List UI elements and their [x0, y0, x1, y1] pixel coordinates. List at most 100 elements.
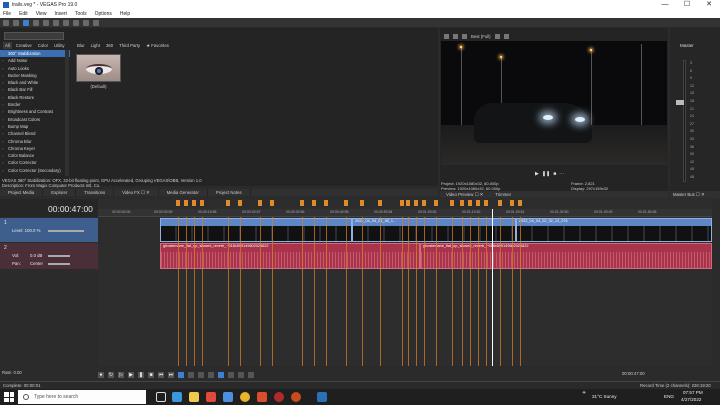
marker[interactable]: [192, 200, 196, 206]
stop-icon[interactable]: ■: [148, 371, 154, 378]
fx-list-scrollbar[interactable]: [65, 50, 69, 176]
menu-view[interactable]: View: [36, 11, 47, 17]
windows-start-icon[interactable]: [4, 392, 14, 402]
marker[interactable]: [484, 200, 488, 206]
master-fader[interactable]: [676, 100, 684, 105]
go-to-end-icon[interactable]: ⏭: [168, 371, 174, 378]
tab-transitions[interactable]: Transitions: [76, 189, 115, 196]
undo-icon[interactable]: [63, 19, 69, 26]
auto-ripple-icon[interactable]: [228, 371, 234, 378]
fx-list-item[interactable]: Channel Blend: [0, 130, 70, 138]
fx-list-item[interactable]: Chroma Blur: [0, 138, 70, 146]
app-icon[interactable]: [257, 392, 267, 402]
more-icon[interactable]: ⋯: [559, 171, 564, 177]
tab-creative[interactable]: Creative: [14, 42, 34, 49]
menu-tools[interactable]: Tools: [75, 11, 87, 17]
marker[interactable]: [434, 200, 438, 206]
open-icon[interactable]: [13, 19, 19, 26]
preview-settings-icon[interactable]: [444, 34, 449, 39]
weather-text[interactable]: 31°C Sunny: [592, 394, 617, 399]
audio-pan-slider[interactable]: [48, 263, 70, 265]
maximize-button[interactable]: ☐: [676, 0, 698, 10]
tab-explorer[interactable]: Explorer: [43, 189, 77, 196]
language-indicator[interactable]: ENG: [664, 394, 674, 399]
menu-edit[interactable]: Edit: [19, 11, 28, 17]
tab-media-generator[interactable]: Media Generator: [159, 189, 208, 196]
edge-icon[interactable]: [172, 392, 182, 402]
fx-list-item[interactable]: Border: [0, 101, 70, 109]
marker[interactable]: [312, 200, 316, 206]
clock-time[interactable]: 07:57 PM: [683, 390, 703, 395]
redo-icon[interactable]: [73, 19, 79, 26]
marker[interactable]: [400, 200, 404, 206]
marker[interactable]: [324, 200, 328, 206]
marker[interactable]: [414, 200, 418, 206]
video-clip[interactable]: [160, 218, 352, 242]
pause-icon[interactable]: ❚: [138, 371, 144, 378]
weather-icon[interactable]: ☀: [582, 390, 586, 396]
marker[interactable]: [450, 200, 454, 206]
marker[interactable]: [200, 200, 204, 206]
close-button[interactable]: ✕: [698, 0, 720, 10]
marker[interactable]: [270, 200, 274, 206]
pause-icon[interactable]: ❚❚: [542, 171, 550, 177]
chrome-icon[interactable]: [240, 392, 250, 402]
fx-list-item[interactable]: Broadcast Colors: [0, 116, 70, 124]
marker[interactable]: [468, 200, 472, 206]
tab-video-fx[interactable]: Video FX ☐ ✕: [114, 189, 159, 196]
play-icon[interactable]: ▶: [535, 171, 539, 177]
fx-list-item[interactable]: Bezier Masking: [0, 72, 70, 80]
audio-clip[interactable]: ghostemane_flat_up_slowed_reverb_~918x59…: [160, 243, 420, 269]
marker[interactable]: [510, 200, 514, 206]
fx-list-item[interactable]: Color Corrector: [0, 159, 70, 167]
tab-utility[interactable]: Utility: [52, 42, 67, 49]
task-view-icon[interactable]: [156, 392, 166, 402]
menu-insert[interactable]: Insert: [54, 11, 67, 17]
marker[interactable]: [184, 200, 188, 206]
tab-light[interactable]: Light: [89, 42, 102, 49]
fx-list-item[interactable]: Add Noise: [0, 57, 70, 65]
stop-icon[interactable]: ■: [553, 171, 556, 177]
save-snapshot-icon[interactable]: [503, 34, 509, 39]
taskbar-search-input[interactable]: Type here to search: [18, 390, 146, 404]
loop-icon[interactable]: ↻: [108, 371, 114, 378]
tab-color[interactable]: Color: [36, 42, 50, 49]
play-icon[interactable]: ▶: [128, 371, 134, 378]
menu-options[interactable]: Options: [95, 11, 112, 17]
overlays-icon[interactable]: [462, 34, 467, 39]
tab-favorites[interactable]: ★ Favorites: [144, 42, 171, 49]
cut-icon[interactable]: [83, 19, 89, 26]
video-level-slider[interactable]: [48, 230, 84, 232]
marker[interactable]: [476, 200, 480, 206]
go-to-start-icon[interactable]: ⏮: [158, 371, 164, 378]
normal-edit-tool-icon[interactable]: [178, 371, 184, 378]
tab-project-media[interactable]: Project Media: [0, 189, 44, 196]
brave-icon[interactable]: [206, 392, 216, 402]
file-explorer-icon[interactable]: [189, 392, 199, 402]
envelope-tool-icon[interactable]: [188, 371, 194, 378]
app-icon[interactable]: [291, 392, 301, 402]
properties-icon[interactable]: [53, 19, 59, 26]
tab-project-notes[interactable]: Project Notes: [208, 189, 251, 196]
copy-icon[interactable]: [93, 19, 99, 26]
marker[interactable]: [258, 200, 262, 206]
save-icon[interactable]: [23, 19, 29, 26]
app-icon[interactable]: [274, 392, 284, 402]
play-from-start-icon[interactable]: ▷: [118, 371, 124, 378]
tab-master-bus[interactable]: Master Bus ☐ ✕: [670, 191, 720, 198]
save-as-icon[interactable]: [33, 19, 39, 26]
preview-quality-select[interactable]: Best (Full): [471, 34, 491, 39]
marker[interactable]: [300, 200, 304, 206]
marker[interactable]: [518, 200, 522, 206]
minimize-button[interactable]: —: [654, 0, 676, 10]
playhead-cursor[interactable]: [492, 209, 493, 366]
marker[interactable]: [176, 200, 180, 206]
snapping-icon[interactable]: [218, 371, 224, 378]
clock-date[interactable]: 4/27/2022: [681, 397, 701, 402]
audio-vol-slider[interactable]: [48, 255, 70, 257]
marker[interactable]: [378, 200, 382, 206]
store-icon[interactable]: [223, 392, 233, 402]
render-icon[interactable]: [43, 19, 49, 26]
video-clip[interactable]: 2022_04_04_02_32_13_076: [516, 218, 712, 242]
time-ruler[interactable]: 00:00:00:00 00:00:09:59 00:00:19:58 00:0…: [98, 209, 712, 217]
